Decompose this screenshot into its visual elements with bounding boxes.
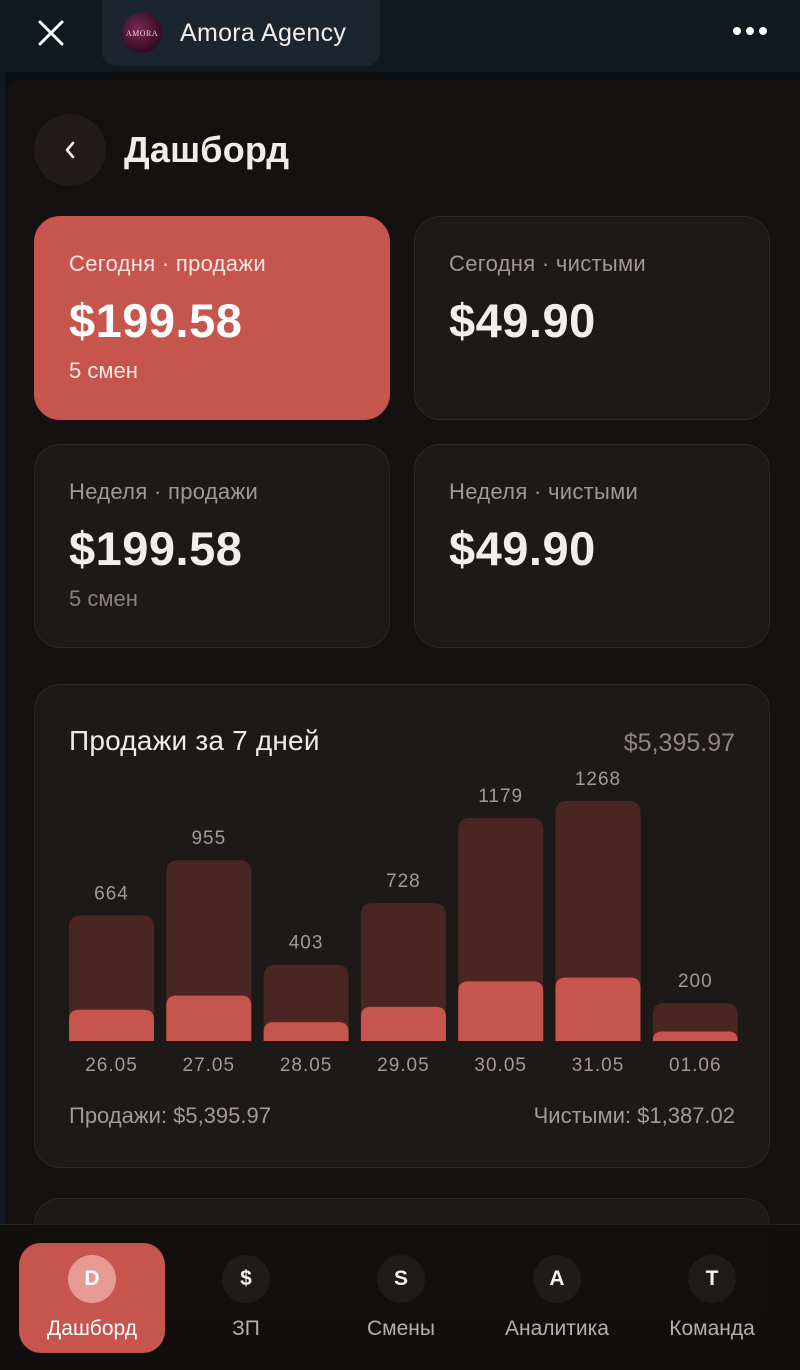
nav-label: Дашборд <box>47 1317 137 1340</box>
bar-value-label: 200 <box>678 971 713 992</box>
bar-net <box>652 1031 738 1041</box>
close-button[interactable] <box>30 12 72 54</box>
card-label: Неделя · чистыми <box>449 479 639 504</box>
nav-item-dashboard[interactable]: D Дашборд <box>19 1243 165 1353</box>
chart-footer-sales: Продажи: $5,395.97 <box>69 1103 271 1128</box>
brand-name: Amora Agency <box>180 18 347 47</box>
bar-value-label: 664 <box>94 883 129 904</box>
bar-net <box>166 995 252 1041</box>
sales-bar-chart: 664 26.05 955 27.05 403 28.05 728 29.05 1179 30.0… <box>69 769 738 1076</box>
bar-value-label: 1268 <box>575 769 621 790</box>
bar-value-label: 403 <box>289 933 324 954</box>
brand-logo: AMORA <box>122 13 162 53</box>
chevron-left-icon <box>65 141 75 159</box>
brand-pill[interactable]: AMORA Amora Agency <box>102 0 380 66</box>
dashboard-icon: D <box>68 1255 116 1303</box>
nav-label: ЗП <box>232 1317 260 1340</box>
card-label: Сегодня · продажи <box>69 251 266 276</box>
bottom-nav: D Дашборд $ ЗП S Смены A Аналитика T Ком… <box>0 1224 800 1370</box>
nav-item-shifts[interactable]: S Смены <box>328 1243 474 1353</box>
bar-value-label: 728 <box>386 871 421 892</box>
nav-label: Смены <box>367 1317 435 1340</box>
nav-item-team[interactable]: T Команда <box>639 1243 785 1353</box>
nav-label: Команда <box>669 1317 755 1340</box>
nav-label: Аналитика <box>505 1317 609 1340</box>
back-button[interactable] <box>34 114 106 186</box>
week-net-card[interactable]: Неделя · чистыми $49.90 <box>414 444 770 648</box>
card-subtext: 5 смен <box>69 586 138 611</box>
card-label: Неделя · продажи <box>69 479 259 504</box>
x-tick-label: 28.05 <box>280 1055 333 1076</box>
chart-footer-net: Чистыми: $1,387.02 <box>533 1103 735 1128</box>
page-header: Дашборд <box>34 114 289 186</box>
card-subtext: 5 смен <box>69 358 138 383</box>
bar-value-label: 1179 <box>478 786 523 807</box>
shifts-icon: S <box>377 1255 425 1303</box>
x-tick-label: 29.05 <box>377 1055 430 1076</box>
card-value: $199.58 <box>69 522 243 575</box>
card-value: $49.90 <box>449 294 596 347</box>
more-dot-icon <box>759 27 767 35</box>
more-dot-icon <box>746 27 754 35</box>
bar-net <box>263 1022 349 1041</box>
payroll-icon: $ <box>222 1255 270 1303</box>
nav-item-analytics[interactable]: A Аналитика <box>484 1243 630 1353</box>
card-value: $199.58 <box>69 294 243 347</box>
card-value: $49.90 <box>449 522 596 575</box>
x-tick-label: 26.05 <box>85 1055 138 1076</box>
x-tick-label: 01.06 <box>669 1055 722 1076</box>
close-icon <box>38 20 64 46</box>
card-label: Сегодня · чистыми <box>449 251 647 276</box>
bar-net <box>458 981 544 1041</box>
x-tick-label: 30.05 <box>474 1055 527 1076</box>
x-tick-label: 27.05 <box>183 1055 236 1076</box>
sales-chart-card: Продажи за 7 дней $5,395.97 664 26.05 955 2… <box>34 684 770 1168</box>
today-net-card[interactable]: Сегодня · чистыми $49.90 <box>414 216 770 420</box>
dashboard-panel: Дашборд Сегодня · продажи $199.58 5 смен… <box>5 80 800 1370</box>
more-dot-icon <box>733 27 741 35</box>
analytics-icon: A <box>533 1255 581 1303</box>
week-sales-card[interactable]: Неделя · продажи $199.58 5 смен <box>34 444 390 648</box>
team-icon: T <box>688 1255 736 1303</box>
bar-net <box>69 1009 154 1041</box>
top-bar: AMORA Amora Agency <box>0 0 800 72</box>
bar-value-label: 955 <box>191 828 226 849</box>
bar-net <box>555 977 641 1041</box>
today-sales-card[interactable]: Сегодня · продажи $199.58 5 смен <box>34 216 390 420</box>
x-tick-label: 31.05 <box>572 1055 625 1076</box>
nav-item-payroll[interactable]: $ ЗП <box>173 1243 319 1353</box>
more-options-button[interactable] <box>728 18 772 44</box>
bar-net <box>360 1006 446 1041</box>
page-title: Дашборд <box>124 129 290 170</box>
